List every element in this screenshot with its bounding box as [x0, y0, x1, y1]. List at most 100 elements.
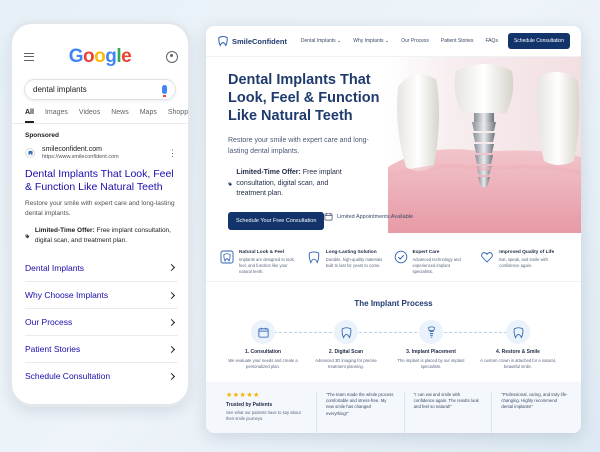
sitelink-label: Schedule Consultation [25, 371, 111, 381]
sponsored-label: Sponsored [25, 132, 59, 139]
limited-text: Limited Appointments Available [337, 213, 414, 220]
sitelink-label: Our Process [25, 317, 73, 327]
feature-item: Improved Quality of Life Eat, speak, and … [480, 241, 567, 275]
tab-images[interactable]: Images [45, 109, 68, 123]
search-query[interactable]: dental implants [33, 85, 162, 94]
chevron-right-icon [167, 318, 176, 326]
search-tabs: All Images Videos News Maps Shopping [12, 100, 188, 124]
step-desc: A custom crown is attached for a natural… [480, 358, 556, 369]
site-navbar: SmileConfident Dental Implants ⌄ Why Imp… [206, 26, 581, 57]
step-desc: Advanced 3D imaging for precise treatmen… [315, 358, 377, 369]
free-consultation-button[interactable]: Schedule Your Free Consultation [228, 212, 325, 230]
chevron-right-icon [167, 345, 176, 353]
sitelink-label: Dental Implants [25, 262, 85, 273]
menu-icon[interactable] [24, 53, 34, 61]
star-rating-icon: ★★★★★ [226, 392, 260, 399]
tooth-icon [308, 251, 319, 264]
site-favicon-icon [25, 148, 35, 158]
testimonial-quote: "Professional, caring, and truly life-ch… [491, 392, 569, 433]
google-logo[interactable]: Google [68, 46, 132, 68]
logo-letter: e [121, 46, 132, 67]
feature-desc: Advanced technology and experienced impl… [412, 257, 461, 274]
implant-icon [427, 326, 435, 338]
trusted-desc: See what our patients have to say about … [226, 410, 301, 421]
logo-letter: g [105, 46, 117, 67]
step-icon-wrap [506, 320, 530, 344]
nav-patient-stories[interactable]: Patient Stories [441, 38, 474, 44]
feature-item: Natural Look & Feel Implants are designed… [220, 241, 307, 275]
limited-appointments: Limited Appointments Available [324, 212, 413, 221]
search-box[interactable]: dental implants [24, 79, 176, 100]
process-title: The Implant Process [354, 299, 433, 308]
sitelink-patient-stories[interactable]: Patient Stories [25, 335, 178, 362]
tab-videos[interactable]: Videos [79, 109, 100, 123]
tab-news[interactable]: News [111, 109, 129, 123]
tab-all[interactable]: All [25, 109, 34, 123]
nav-our-process[interactable]: Our Process [401, 38, 429, 44]
nav-faqs[interactable]: FAQs [485, 38, 498, 44]
testimonial-quote: "I can eat and smile with confidence aga… [403, 392, 482, 433]
tag-icon [228, 182, 232, 187]
nav-links: Dental Implants ⌄ Why Implants ⌄ Our Pro… [301, 38, 498, 44]
step-implant-placement: 3. Implant Placement The implant is plac… [391, 320, 471, 370]
tooth-badge-icon [220, 250, 234, 264]
ad-offer-bold: Limited-Time Offer: [34, 227, 95, 234]
testimonials-strip: ★★★★★ Trusted by Patients See what our p… [206, 382, 581, 433]
chevron-right-icon [167, 372, 176, 380]
phone-mockup: Google dental implants All Images Videos… [12, 24, 188, 404]
dental-implant-image [388, 64, 581, 233]
process-section: The Implant Process 1. Consultation We e… [206, 282, 581, 380]
ad-site-info[interactable]: smileconfident.com https://www.smileconf… [12, 139, 188, 160]
process-steps: 1. Consultation We evaluate your needs a… [206, 320, 581, 380]
chevron-right-icon [167, 291, 176, 299]
sitelinks: Dental Implants Why Choose Implants Our … [12, 246, 188, 389]
account-icon[interactable] [166, 51, 178, 63]
sitelink-label: Why Choose Implants [25, 290, 109, 300]
step-consultation: 1. Consultation We evaluate your needs a… [223, 320, 303, 370]
mic-icon[interactable] [162, 85, 167, 97]
chevron-right-icon [167, 263, 176, 272]
sitelink-schedule-consultation[interactable]: Schedule Consultation [25, 362, 178, 389]
sitelink-our-process[interactable]: Our Process [25, 308, 178, 335]
feature-desc: Implants are designed to look, feel, and… [239, 257, 295, 274]
site-logo-text: SmileConfident [232, 36, 288, 46]
google-header: Google [12, 24, 188, 68]
feature-item: Long-Lasting Solution Durable, high-quali… [307, 241, 394, 275]
tab-maps[interactable]: Maps [140, 109, 157, 123]
site-logo[interactable]: SmileConfident [217, 35, 287, 47]
nav-dental-implants[interactable]: Dental Implants ⌄ [301, 38, 341, 44]
sitelink-dental-implants[interactable]: Dental Implants [25, 254, 178, 281]
calendar-icon [257, 327, 269, 338]
ad-site-url: https://www.smileconfident.com [42, 154, 119, 160]
landing-page-mockup: SmileConfident Dental Implants ⌄ Why Imp… [206, 26, 581, 433]
tooth-icon [513, 326, 523, 339]
ad-description: Restore your smile with expert care and … [25, 200, 175, 217]
tab-shopping[interactable]: Shopping [168, 109, 188, 123]
hero-title: Dental Implants That Look, Feel & Functi… [228, 72, 380, 124]
calendar-icon [324, 212, 333, 221]
more-options-icon[interactable]: ⋮ [168, 148, 177, 158]
step-icon-wrap [334, 320, 358, 344]
check-circle-icon [394, 250, 407, 264]
feature-item: Expert Care Advanced technology and exper… [394, 241, 481, 275]
step-title: 2. Digital Scan [328, 349, 364, 355]
feature-title: Long-Lasting Solution [325, 250, 377, 255]
feature-desc: Durable, high-quality materials built to… [325, 257, 383, 268]
ad-title-link[interactable]: Dental Implants That Look, Feel & Functi… [12, 160, 188, 194]
feature-desc: Eat, speak, and smile with confidence ag… [499, 257, 548, 268]
heart-icon [481, 252, 494, 263]
sitelink-why-choose-implants[interactable]: Why Choose Implants [25, 281, 178, 308]
step-desc: We evaluate your needs and create a pers… [228, 358, 298, 369]
feature-title: Improved Quality of Life [499, 250, 555, 255]
hero-offer: Limited-Time Offer: Free implant consult… [228, 168, 358, 200]
logo-letter: o [94, 46, 106, 67]
sitelink-label: Patient Stories [25, 344, 81, 354]
hero-subtitle: Restore your smile with expert care and … [228, 137, 369, 155]
nav-schedule-button[interactable]: Schedule Consultation [507, 33, 570, 49]
trusted-block: ★★★★★ Trusted by Patients See what our p… [226, 392, 306, 433]
step-icon-wrap [419, 320, 443, 344]
ad-offer: Limited-Time Offer: Free implant consult… [12, 219, 188, 246]
nav-why-implants[interactable]: Why Implants ⌄ [353, 38, 389, 44]
logo-letter: G [68, 46, 84, 67]
hero-offer-bold: Limited-Time Offer: [236, 169, 301, 176]
